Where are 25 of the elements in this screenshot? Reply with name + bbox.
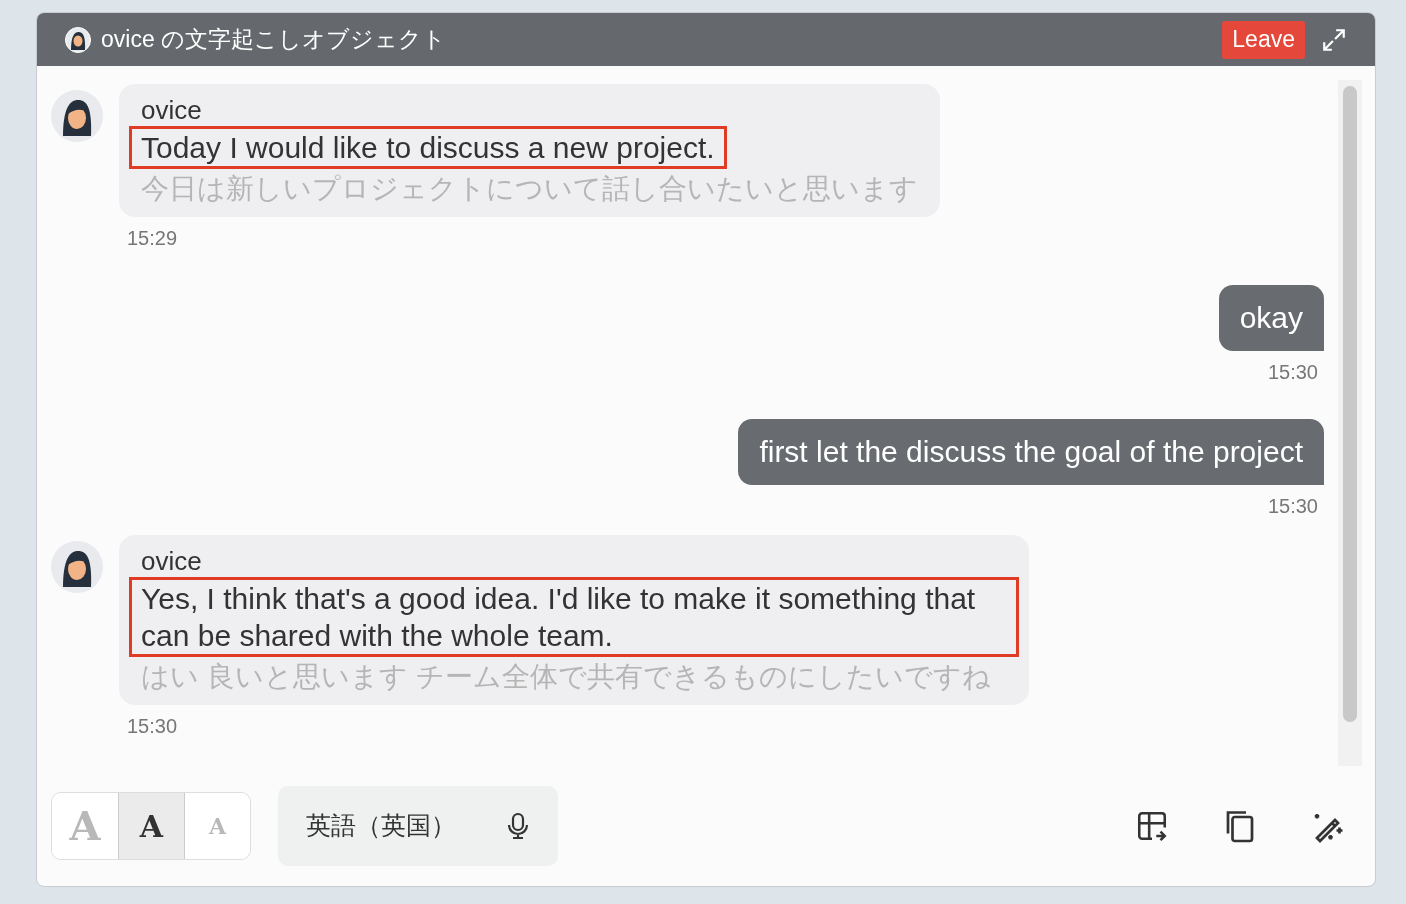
font-size-button[interactable]: A (184, 793, 250, 859)
timestamp: 15:30 (1267, 494, 1318, 519)
message-text: Yes, I think that's a good idea. I'd like to make it something that can be shared with the whole team. (129, 577, 1019, 657)
language-selector[interactable]: 英語（英国） (278, 786, 558, 866)
timestamp: 15:29 (127, 226, 179, 251)
message-bubble: okay (1218, 285, 1324, 351)
table-export-icon[interactable] (1135, 809, 1169, 843)
translation-text: 今日は新しいプロジェクトについて話し合いたいと思います (141, 172, 918, 206)
translation-text: はい 良いと思います チーム全体で共有できるものにしたいですね (141, 660, 992, 694)
microphone-icon[interactable] (506, 812, 530, 840)
sender-name: ovice (141, 545, 203, 577)
leave-button[interactable]: Leave (1222, 20, 1305, 59)
message-bubble: first let the discuss the goal of the project (738, 419, 1324, 485)
avatar-icon (51, 90, 103, 142)
message-text: Today I would like to discuss a new project. (129, 126, 727, 169)
timestamp: 15:30 (1267, 360, 1318, 385)
expand-icon[interactable] (1321, 26, 1347, 53)
font-size-button[interactable]: A (52, 793, 118, 859)
avatar-icon (51, 541, 103, 593)
avatar-icon (65, 26, 91, 53)
scrollbar-thumb[interactable] (1343, 86, 1357, 722)
font-size-button[interactable]: A (118, 793, 184, 859)
sender-name: ovice (141, 94, 203, 126)
timestamp: 15:30 (127, 714, 179, 739)
window-title: ovice の文字起こしオブジェクト (101, 25, 447, 55)
